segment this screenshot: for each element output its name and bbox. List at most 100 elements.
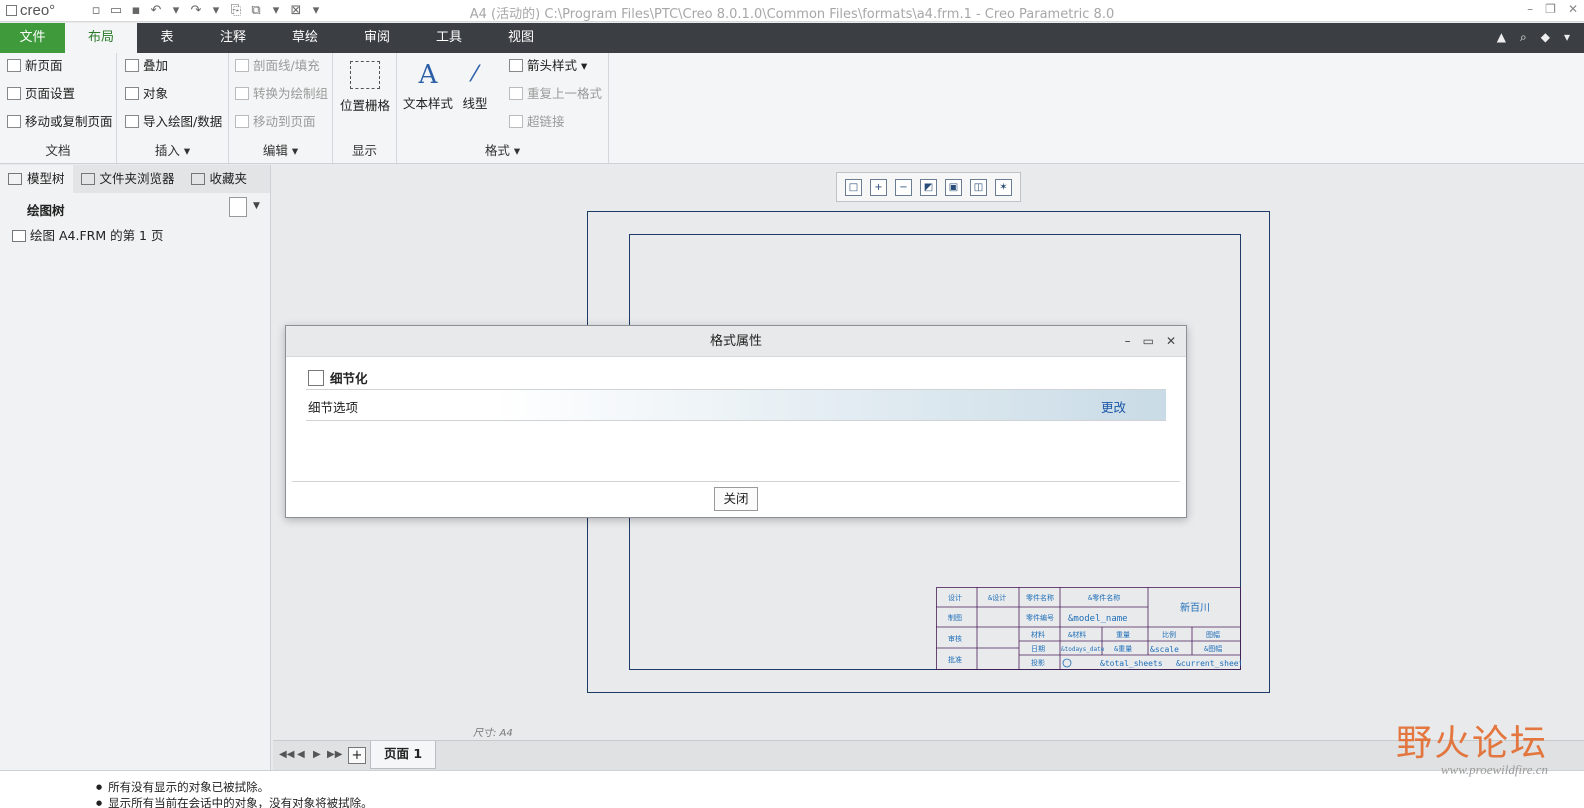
convert-draw-group-button[interactable]: 转换为绘制组 (235, 83, 328, 105)
annotation-display-icon[interactable]: ✶ (995, 178, 1012, 196)
dialog-window-controls: – ▭ ✕ (1125, 326, 1176, 357)
watermark-text: 野火论坛 (1395, 723, 1548, 764)
first-page-icon[interactable]: ◀◀ (279, 749, 294, 760)
position-grid-button[interactable]: 位置栅格 (337, 61, 393, 114)
close-button[interactable]: 关闭 (714, 487, 758, 511)
ribbon-right-controls: ▲ ⌕ ◆ ▾ (1497, 30, 1570, 45)
repaint-icon[interactable]: ◩ (920, 178, 937, 196)
status-bar: 所有没有显示的对象已被拭除。 显示所有当前在会话中的对象，没有对象将被拭除。 (0, 770, 1584, 808)
tab-folder-browser[interactable]: 文件夹浏览器 (73, 165, 183, 193)
move-to-page-button[interactable]: 移动到页面 (235, 111, 316, 133)
tab-view[interactable]: 视图 (485, 23, 557, 53)
tab-sketch[interactable]: 草绘 (269, 23, 341, 53)
tab-file[interactable]: 文件 (0, 23, 65, 53)
page-setup-button[interactable]: 页面设置 (7, 83, 75, 105)
learning-icon[interactable]: ◆ (1541, 30, 1550, 45)
save-icon[interactable]: ▪ (128, 3, 144, 19)
watermark: 野火论坛 www.proewildfire.cn (1396, 714, 1548, 778)
redo-dropdown-icon[interactable]: ▾ (208, 3, 224, 19)
group-label-format[interactable]: 格式 ▾ (397, 140, 608, 159)
tab-annotate[interactable]: 注释 (197, 23, 269, 53)
next-page-icon[interactable]: ▶ (313, 749, 321, 760)
detailing-icon (308, 370, 324, 386)
overlay-button[interactable]: 叠加 (125, 55, 168, 77)
import-icon (125, 115, 139, 128)
windows-icon[interactable]: ⧉ (248, 3, 264, 19)
dialog-maximize-icon[interactable]: ▭ (1143, 326, 1154, 357)
undo-icon[interactable]: ↶ (148, 3, 164, 19)
group-label-insert[interactable]: 插入 ▾ (117, 140, 228, 159)
windows-dropdown-icon[interactable]: ▾ (268, 3, 284, 19)
change-link[interactable]: 更改 (1101, 397, 1126, 416)
zoom-in-icon[interactable]: + (870, 178, 887, 196)
tb-approve-label: 批准 (948, 655, 962, 664)
tree-settings-dropdown-icon[interactable]: ▼ (253, 201, 260, 211)
prev-page-icon[interactable]: ◀ (297, 749, 305, 760)
group-display: 位置栅格 显示 (333, 53, 397, 163)
convert-icon (235, 87, 249, 100)
hyperlink-button[interactable]: 超链接 (509, 111, 565, 133)
tab-favorites[interactable]: 收藏夹 (183, 165, 256, 193)
new-page-button[interactable]: 新页面 (7, 55, 63, 77)
hatch-fill-button[interactable]: 剖面线/填充 (235, 55, 320, 77)
tab-model-tree[interactable]: 模型树 (0, 165, 73, 193)
tb-date-value: &todays_date (1061, 646, 1105, 653)
line-style-button[interactable]: ⁄ 线型 (453, 57, 497, 112)
tb-size-value: &图幅 (1204, 644, 1222, 653)
minimize-icon[interactable]: – (1527, 2, 1533, 16)
overlay-icon (125, 59, 139, 72)
tb-design-label: 设计 (948, 593, 962, 602)
search-icon[interactable]: ⌕ (1520, 30, 1527, 45)
add-page-icon[interactable]: + (348, 747, 366, 764)
close-window-icon[interactable]: ⊠ (288, 3, 304, 19)
tb-total-sheets: &total_sheets (1100, 659, 1163, 668)
group-insert: 叠加 对象 导入绘图/数据 插入 ▾ (117, 53, 229, 163)
refit-icon[interactable]: □ (845, 178, 862, 196)
tree-header: 绘图树 (27, 203, 65, 218)
group-edit: 剖面线/填充 转换为绘制组 移动到页面 编辑 ▾ (229, 53, 333, 163)
page-tab-1[interactable]: 页面 1 (370, 741, 436, 769)
tb-company: 新百川 (1180, 601, 1210, 614)
favorites-icon (190, 173, 205, 185)
close-icon[interactable]: ✕ (1568, 2, 1578, 16)
restore-icon[interactable]: ❐ (1545, 2, 1556, 16)
repeat-last-format-button[interactable]: 重复上一格式 (509, 83, 602, 105)
new-page-icon (7, 59, 21, 72)
tree-item-sheet[interactable]: 绘图 A4.FRM 的第 1 页 (12, 225, 163, 244)
tab-layout[interactable]: 布局 (65, 23, 137, 53)
datum-display-icon[interactable]: ◫ (970, 178, 987, 196)
collapse-ribbon-icon[interactable]: ▲ (1497, 30, 1506, 45)
tab-tools[interactable]: 工具 (413, 23, 485, 53)
customize-toolbar-icon[interactable]: ▾ (308, 3, 324, 19)
status-message: 显示所有当前在会话中的对象，没有对象将被拭除。 (96, 795, 373, 808)
move-copy-page-icon (7, 115, 21, 128)
tb-scale-value: &scale (1150, 645, 1179, 654)
tree-settings-icon[interactable] (229, 197, 247, 217)
import-drawing-button[interactable]: 导入绘图/数据 (125, 111, 222, 133)
group-label-edit[interactable]: 编辑 ▾ (229, 140, 332, 159)
quick-access-toolbar: ▫ ▭ ▪ ↶ ▾ ↷ ▾ ⎘ ⧉ ▾ ⊠ ▾ (88, 3, 324, 19)
tb-weight-value: &重量 (1114, 645, 1132, 653)
tab-table[interactable]: 表 (137, 23, 197, 53)
tb-drafter-label: 制图 (948, 613, 962, 622)
line-style-icon: ⁄ (473, 62, 477, 87)
page-setup-icon (7, 87, 21, 100)
object-button[interactable]: 对象 (125, 83, 168, 105)
regenerate-icon[interactable]: ⎘ (228, 3, 244, 19)
text-style-button[interactable]: A 文本样式 (401, 57, 455, 112)
arrow-style-button[interactable]: 箭头样式 ▾ (509, 55, 587, 77)
move-copy-page-button[interactable]: 移动或复制页面 (7, 111, 113, 133)
open-folder-icon[interactable]: ▭ (108, 3, 124, 19)
arrow-style-icon (509, 59, 523, 72)
last-page-icon[interactable]: ▶▶ (327, 749, 342, 760)
display-style-icon[interactable]: ▣ (945, 178, 962, 196)
new-file-icon[interactable]: ▫ (88, 3, 104, 19)
tb-material-value: &材料 (1068, 630, 1086, 639)
dialog-close-icon[interactable]: ✕ (1166, 326, 1176, 357)
redo-icon[interactable]: ↷ (188, 3, 204, 19)
undo-dropdown-icon[interactable]: ▾ (168, 3, 184, 19)
zoom-out-icon[interactable]: − (895, 178, 912, 196)
tab-review[interactable]: 审阅 (341, 23, 413, 53)
dialog-minimize-icon[interactable]: – (1125, 326, 1131, 357)
help-dropdown-icon[interactable]: ▾ (1564, 30, 1570, 45)
